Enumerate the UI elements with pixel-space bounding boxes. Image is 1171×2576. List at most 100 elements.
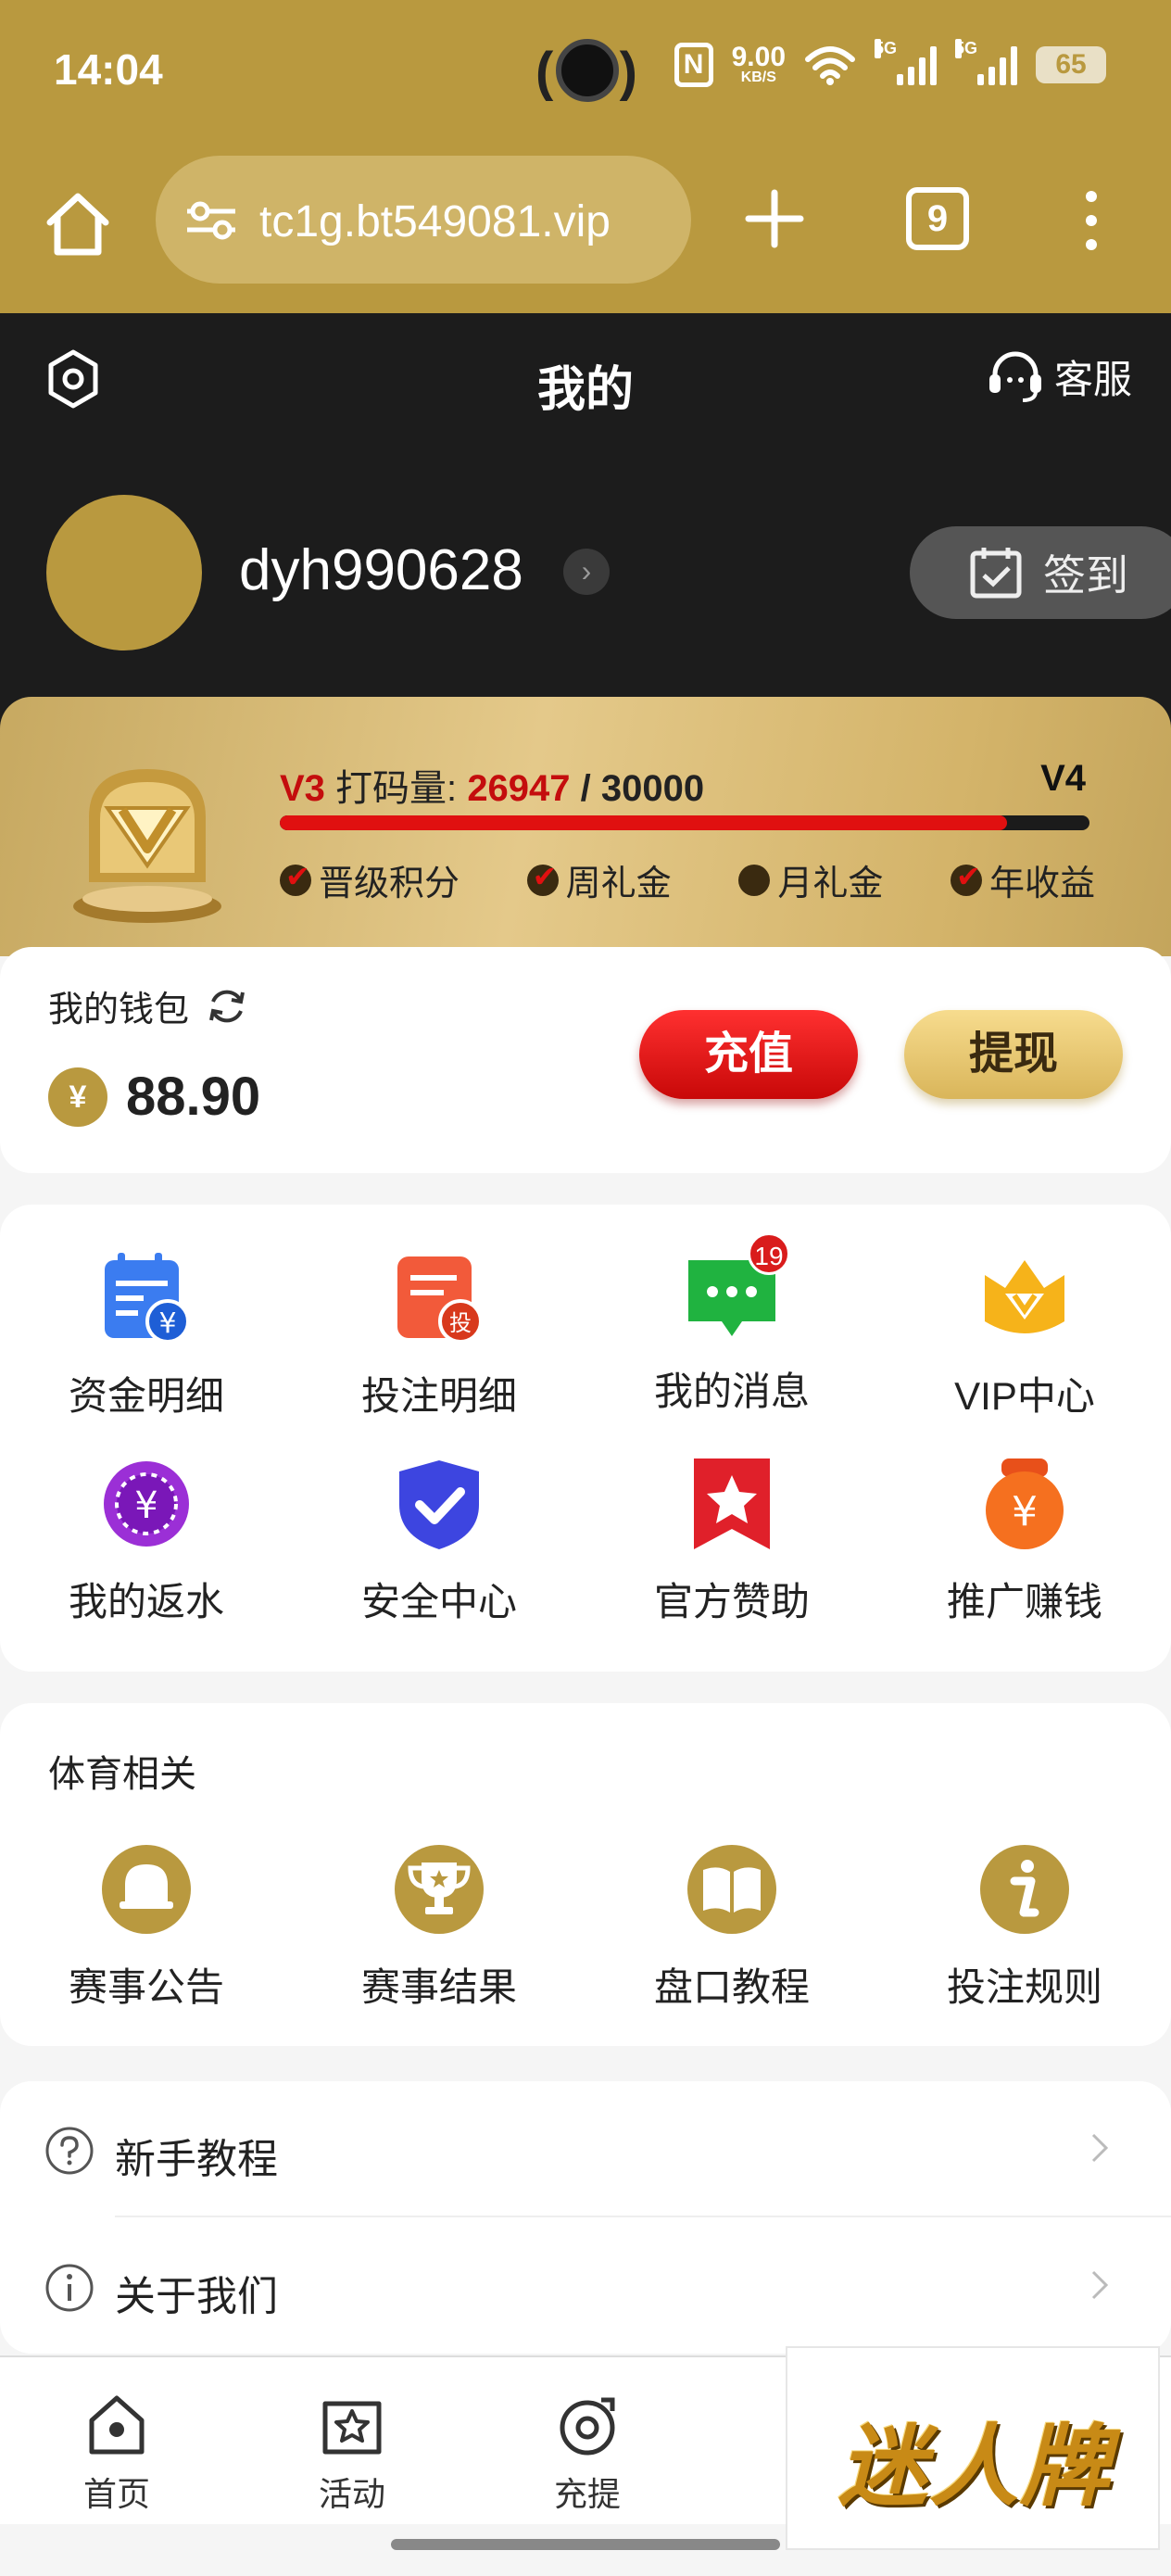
- message-icon: 19: [681, 1232, 790, 1349]
- security-shield-icon: [399, 1460, 479, 1549]
- promote-earn-icon: ¥: [986, 1458, 1064, 1549]
- vip-center-item[interactable]: VIP中心: [878, 1247, 1171, 1421]
- signal-icon-1: 5G: [875, 39, 937, 85]
- list-item-about-us[interactable]: 关于我们: [0, 2218, 1171, 2354]
- browser-toolbar: tc1g.bt549081.vip 9: [0, 148, 1171, 297]
- browser-home-icon[interactable]: [41, 187, 115, 261]
- svg-text:¥: ¥: [134, 1484, 157, 1527]
- list-item-beginner-tutorial[interactable]: 新手教程: [0, 2081, 1171, 2217]
- rebate-icon: ¥: [104, 1461, 189, 1547]
- question-icon: [45, 2127, 94, 2175]
- nav-deposit-withdraw[interactable]: 充提: [523, 2391, 652, 2516]
- nav-activity[interactable]: 活动: [287, 2391, 417, 2516]
- info-circle-icon: [45, 2264, 94, 2312]
- nfc-icon: N: [674, 43, 713, 87]
- vip-perk: 年收益: [950, 854, 1095, 905]
- fund-details-item[interactable]: ¥ 资金明细: [0, 1247, 293, 1421]
- vip-progress-label: 打码量:: [335, 768, 458, 809]
- vip-current-level: V3: [280, 768, 325, 809]
- vip-progress-text: V3 打码量: 26947 / 30000: [280, 758, 704, 812]
- home-indicator[interactable]: [391, 2539, 780, 2550]
- wallet-balance: ¥ 88.90: [48, 1066, 260, 1128]
- perk-status-icon: [738, 864, 771, 896]
- bell-icon: [102, 1845, 191, 1934]
- vip-perk: 月礼金: [738, 854, 883, 905]
- svg-text:¥: ¥: [158, 1307, 176, 1340]
- unread-badge: 19: [748, 1232, 790, 1275]
- svg-text:投: 投: [449, 1310, 472, 1336]
- currency-coin-icon: ¥: [48, 1067, 107, 1127]
- vip-perk: 晋级积分: [280, 854, 460, 905]
- sponsor-star-icon: [694, 1458, 770, 1549]
- url-bar[interactable]: tc1g.bt549081.vip: [156, 156, 691, 284]
- brand-logo[interactable]: 迷人牌: [786, 2346, 1160, 2550]
- withdraw-button[interactable]: 提现: [904, 1010, 1123, 1099]
- customer-service-button[interactable]: 客服: [986, 347, 1132, 406]
- section-title: 体育相关: [48, 1754, 196, 1795]
- odds-tutorial-item[interactable]: 盘口教程: [586, 1838, 878, 2013]
- sponsor-item[interactable]: 官方赞助: [586, 1453, 878, 1627]
- url-text[interactable]: tc1g.bt549081.vip: [259, 196, 676, 247]
- browser-chrome: 14:04 ( ) N 9.00 KB/S 5G 5G 65 tc1g.bt54…: [0, 0, 1171, 313]
- info-icon: [980, 1845, 1069, 1934]
- headset-icon: [988, 351, 1041, 402]
- tab-switcher-button[interactable]: 9: [906, 187, 969, 250]
- browser-menu-icon[interactable]: [1080, 187, 1102, 254]
- vip-perk: 周礼金: [526, 854, 672, 905]
- betting-rules-item[interactable]: 投注规则: [878, 1838, 1171, 2013]
- signal-icon-2: 5G: [955, 39, 1017, 85]
- username[interactable]: dyh990628: [239, 537, 523, 603]
- fund-details-icon: ¥: [105, 1253, 190, 1344]
- vip-next-level: V4: [1040, 758, 1086, 799]
- brand-logo-text: 迷人牌: [838, 2414, 1111, 2519]
- music-playing-icon: ( ): [535, 33, 637, 107]
- perk-status-icon: [526, 859, 559, 896]
- rebate-item[interactable]: ¥ 我的返水: [0, 1453, 293, 1627]
- wifi-icon: [805, 46, 855, 85]
- refresh-icon[interactable]: [206, 985, 248, 1028]
- chevron-right-icon[interactable]: ›: [563, 549, 610, 595]
- vip-separator: /: [580, 768, 591, 809]
- checkin-button[interactable]: 签到: [910, 526, 1171, 619]
- customer-service-label: 客服: [1053, 357, 1132, 401]
- vip-target-points: 30000: [600, 768, 705, 809]
- vip-crown-icon: [985, 1260, 1064, 1333]
- feature-grid: ¥ 资金明细 投 投注明细 19 我的消息 VIP中心 ¥ 我的返水 安全中心 …: [0, 1205, 1171, 1672]
- deposit-button[interactable]: 充值: [639, 1010, 858, 1099]
- home-nav-icon: [89, 2395, 145, 2455]
- new-tab-icon[interactable]: [741, 185, 808, 252]
- svg-text:¥: ¥: [1012, 1488, 1038, 1535]
- perk-status-icon: [950, 859, 982, 896]
- status-bar: 14:04 ( ) N 9.00 KB/S 5G 5G 65: [0, 0, 1171, 139]
- sports-section: 体育相关 赛事公告 赛事结果 盘口教程 投注规则: [0, 1703, 1171, 2046]
- avatar[interactable]: [46, 495, 202, 650]
- security-center-item[interactable]: 安全中心: [293, 1453, 586, 1627]
- book-icon: [687, 1845, 776, 1934]
- balance-amount: 88.90: [126, 1067, 261, 1127]
- nav-home[interactable]: 首页: [52, 2391, 182, 2516]
- vip-progress-fill: [280, 815, 1007, 830]
- site-settings-icon[interactable]: [183, 200, 239, 241]
- network-speed: 9.00 KB/S: [731, 42, 786, 85]
- chevron-right-icon: [1091, 2270, 1109, 2300]
- promote-item[interactable]: ¥ 推广赚钱: [878, 1453, 1171, 1627]
- bet-details-icon: 投: [397, 1256, 483, 1344]
- calendar-check-icon: [970, 548, 1022, 599]
- vip-progress-card[interactable]: V3 打码量: 26947 / 30000 V4 晋级积分 周礼金 月礼金 年收…: [0, 697, 1171, 956]
- match-announcement-item[interactable]: 赛事公告: [0, 1838, 293, 2013]
- vip-current-points: 26947: [467, 768, 571, 809]
- battery-icon: 65: [1036, 46, 1106, 83]
- settings-list: 新手教程 关于我们: [0, 2081, 1171, 2354]
- perk-status-icon: [280, 859, 311, 896]
- wallet-card: 我的钱包 ¥ 88.90 充值 提现: [0, 947, 1171, 1173]
- messages-item[interactable]: 19 我的消息: [586, 1232, 878, 1417]
- status-icons: N 9.00 KB/S 5G 5G 65: [674, 39, 1106, 87]
- bet-details-item[interactable]: 投 投注明细: [293, 1247, 586, 1421]
- vip-perks: 晋级积分 周礼金 月礼金 年收益: [280, 854, 1095, 905]
- match-results-item[interactable]: 赛事结果: [293, 1838, 586, 2013]
- vip-progress-bar: [280, 815, 1089, 830]
- checkin-label: 签到: [1043, 551, 1128, 600]
- trophy-icon: [395, 1845, 484, 1934]
- vip-diamond-badge-icon: [73, 769, 221, 923]
- activity-nav-icon: [322, 2401, 382, 2455]
